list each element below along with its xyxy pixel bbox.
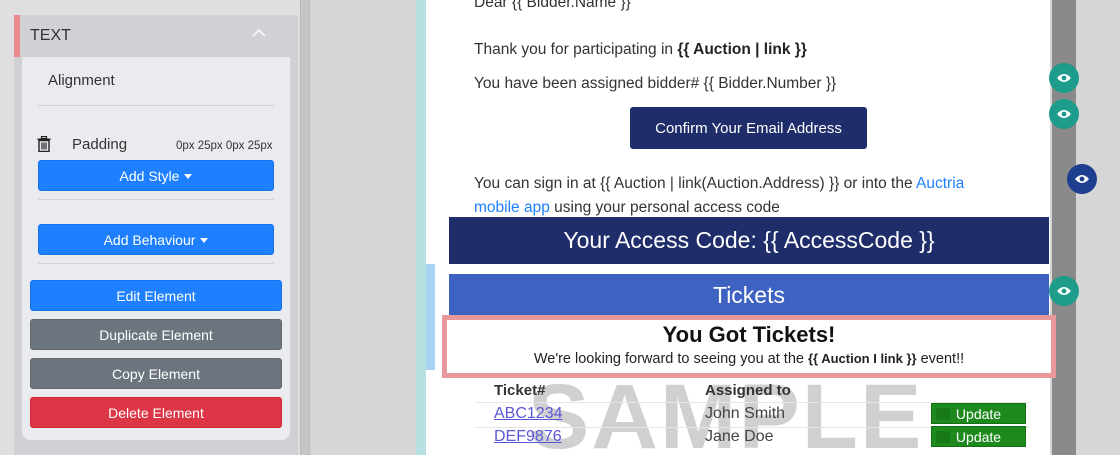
alignment-label: Alignment	[48, 72, 115, 89]
eye-icon[interactable]	[1049, 63, 1079, 93]
edit-element-button[interactable]: Edit Element	[30, 280, 282, 311]
eye-icon[interactable]	[1067, 164, 1097, 194]
divider	[38, 105, 274, 106]
got-tickets-title: You Got Tickets!	[662, 322, 836, 347]
email-container-edge	[416, 0, 426, 455]
element-properties-panel: TEXT Alignment Padding 0px 25px 0px 25px…	[0, 0, 300, 455]
update-label: Update	[955, 405, 1002, 422]
confirm-email-button[interactable]: Confirm Your Email Address	[630, 107, 867, 149]
button-swatch	[936, 431, 950, 443]
button-swatch	[936, 408, 950, 420]
eye-icon[interactable]	[1049, 276, 1079, 306]
assigned-column-header: Assigned to	[705, 382, 791, 399]
duplicate-element-button[interactable]: Duplicate Element	[30, 319, 282, 350]
ticket-column-header: Ticket#	[494, 382, 546, 399]
sign-in-prefix: You can sign in at {{ Auction | link(Auc…	[474, 175, 917, 192]
greeting-text: Dear {{ Bidder.Name }}	[474, 0, 631, 11]
auctria-link[interactable]: Auctria	[916, 175, 964, 192]
caret-down-icon	[184, 174, 193, 179]
thank-you-text: Thank you for participating in {{ Auctio…	[474, 41, 807, 59]
divider	[38, 199, 274, 200]
ticket-link[interactable]: ABC1234	[494, 405, 563, 423]
sign-in-text: You can sign in at {{ Auction | link(Auc…	[474, 172, 1014, 220]
delete-element-button[interactable]: Delete Element	[30, 397, 282, 428]
divider	[38, 263, 274, 264]
text-section-header[interactable]: TEXT	[14, 15, 298, 57]
add-style-button[interactable]: Add Style	[38, 160, 274, 191]
auction-link-token: {{ Auction I link }}	[807, 351, 917, 366]
update-button[interactable]: Update	[931, 426, 1026, 447]
auction-link-token: {{ Auction | link }}	[677, 41, 807, 58]
update-label: Update	[955, 428, 1002, 445]
padding-label: Padding	[72, 136, 128, 153]
got-tickets-suffix: event!!	[916, 351, 965, 367]
thank-you-prefix: Thank you for participating in	[474, 41, 678, 58]
panel-resize-handle[interactable]	[300, 0, 310, 455]
add-behaviour-label: Add Behaviour	[103, 231, 196, 248]
caret-down-icon	[200, 238, 209, 243]
ticket-link[interactable]: DEF9876	[494, 428, 562, 446]
eye-icon[interactable]	[1049, 99, 1079, 129]
access-code-banner: Your Access Code: {{ AccessCode }}	[449, 217, 1049, 264]
mobile-app-link[interactable]: mobile app	[474, 199, 550, 216]
update-button[interactable]: Update	[931, 403, 1026, 424]
assignee-name: Jane Doe	[705, 428, 774, 445]
add-style-label: Add Style	[119, 167, 180, 184]
assigned-bidder-text: You have been assigned bidder# {{ Bidder…	[474, 75, 837, 92]
copy-element-button[interactable]: Copy Element	[30, 358, 282, 389]
assignee-name: John Smith	[705, 405, 786, 422]
section-title: TEXT	[30, 27, 71, 44]
section-highlight-bar	[426, 264, 435, 370]
sign-in-suffix: using your personal access code	[549, 199, 780, 216]
add-behaviour-button[interactable]: Add Behaviour	[38, 224, 274, 255]
padding-value: 0px 25px 0px 25px	[176, 140, 273, 152]
chevron-up-icon[interactable]	[252, 26, 266, 40]
trash-icon[interactable]	[37, 136, 51, 152]
tickets-banner: Tickets	[449, 274, 1049, 317]
